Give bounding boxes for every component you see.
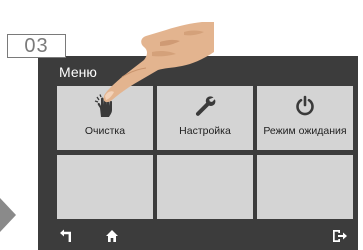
tile-label-standby: Режим ожидания bbox=[263, 125, 347, 137]
tile-empty-2[interactable] bbox=[157, 155, 253, 219]
home-icon[interactable] bbox=[104, 228, 120, 244]
power-icon bbox=[294, 94, 316, 118]
exit-icon[interactable] bbox=[332, 228, 348, 244]
step-number: 03 bbox=[24, 34, 49, 57]
bottom-nav-bar bbox=[38, 222, 358, 250]
tile-label-settings: Настройка bbox=[179, 125, 231, 137]
tile-empty-3[interactable] bbox=[257, 155, 353, 219]
instruction-figure: 03 Меню Очистка Настройка Режим ожидания bbox=[0, 0, 363, 250]
tile-empty-1[interactable] bbox=[57, 155, 153, 219]
wrench-icon bbox=[194, 94, 216, 118]
device-screen: Меню Очистка Настройка Режим ожидания bbox=[38, 56, 358, 250]
back-arrow-icon[interactable] bbox=[58, 228, 74, 244]
screen-title: Меню bbox=[59, 64, 97, 80]
pointer-arrow-icon bbox=[0, 198, 16, 232]
tile-standby[interactable]: Режим ожидания bbox=[257, 86, 353, 150]
cleaning-hand-icon bbox=[94, 94, 116, 118]
step-number-badge: 03 bbox=[7, 34, 66, 58]
tile-label-cleaning: Очистка bbox=[84, 125, 126, 137]
tile-settings[interactable]: Настройка bbox=[157, 86, 253, 150]
tile-cleaning[interactable]: Очистка bbox=[57, 86, 153, 150]
menu-tiles-grid: Очистка Настройка Режим ожидания bbox=[57, 86, 353, 219]
